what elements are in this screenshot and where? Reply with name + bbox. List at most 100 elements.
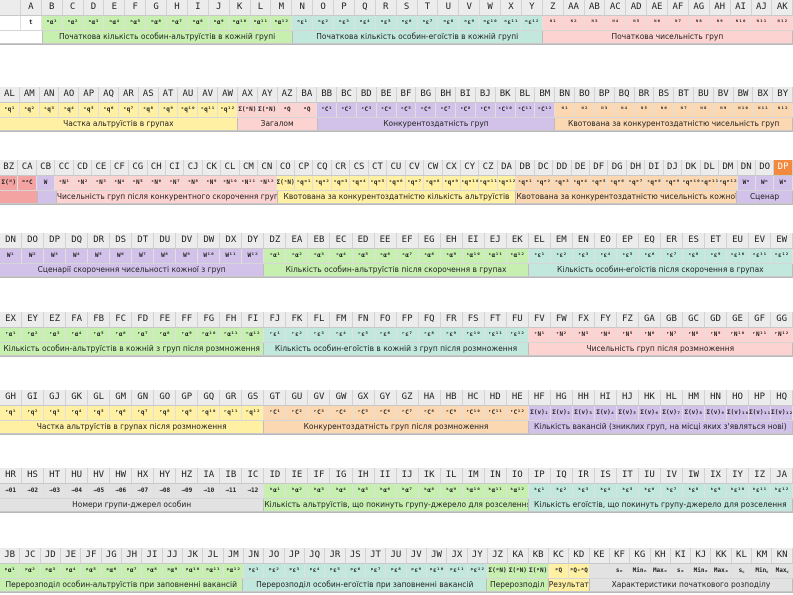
column-header[interactable]: IO	[507, 468, 529, 483]
sheet-cell[interactable]: Σ(v)₁₂	[771, 406, 793, 420]
column-header[interactable]: BJ	[476, 87, 496, 102]
sheet-cell[interactable]: ᶜqᵅ¹⁰	[460, 176, 480, 190]
group-label[interactable]: Кількість особин-альтруїстів в кожній з …	[0, 343, 265, 355]
sheet-cell[interactable]: ʳC¹⁰	[462, 406, 485, 420]
column-header[interactable]: DM	[719, 160, 738, 175]
column-header[interactable]: FI	[242, 312, 265, 327]
column-header[interactable]: CM	[240, 160, 259, 175]
sheet-cell[interactable]: ᵏε⁷	[660, 484, 683, 498]
sheet-cell[interactable]: W¹¹	[220, 249, 243, 263]
column-header[interactable]: CF	[111, 160, 130, 175]
column-header[interactable]: II	[375, 468, 397, 483]
sheet-cell[interactable]: Σ(v)₃	[572, 406, 595, 420]
column-header[interactable]: BA	[297, 87, 318, 102]
sheet-cell[interactable]: ᴺ⁵	[634, 103, 655, 117]
sheet-cell[interactable]: ⁿε³	[334, 16, 355, 30]
column-header[interactable]: EH	[441, 233, 463, 248]
sheet-cell[interactable]: Wⁿ	[737, 176, 756, 190]
column-header[interactable]: DI	[645, 160, 664, 175]
sheet-cell[interactable]: ᵖε¹²	[467, 564, 488, 578]
column-header[interactable]: EI	[463, 233, 485, 248]
sheet-cell[interactable]: Σ(ᶜN)	[276, 176, 295, 190]
sheet-cell[interactable]: ʳq³	[44, 406, 67, 420]
sheet-cell[interactable]: ʳα³	[44, 328, 67, 342]
column-header[interactable]: GD	[705, 312, 728, 327]
group-label[interactable]: Перерозподіл особин-альтруїстів при запо…	[0, 579, 244, 591]
sheet-cell[interactable]: ʳq⁴	[66, 406, 89, 420]
column-header[interactable]: DV	[176, 233, 199, 248]
sheet-cell[interactable]: ʳε⁹	[440, 328, 463, 342]
sheet-cell[interactable]: Σ(v)₁₀	[727, 406, 750, 420]
column-header[interactable]: KC	[549, 548, 570, 563]
sheet-cell[interactable]: ᴺ¹¹	[751, 16, 773, 30]
column-header[interactable]: AS	[139, 87, 159, 102]
column-header[interactable]: IA	[198, 468, 221, 483]
sheet-cell[interactable]: ᵃQ	[277, 103, 298, 117]
group-label[interactable]: Частка альтруїстів в групах після розмно…	[0, 421, 265, 433]
sheet-cell[interactable]: ᶜα¹¹	[484, 249, 507, 263]
sheet-cell[interactable]: ᶜα⁸	[418, 249, 441, 263]
sheet-cell[interactable]: ʳN³	[572, 328, 595, 342]
column-header[interactable]: AD	[626, 0, 648, 15]
sheet-cell[interactable]: ⁿα⁵	[125, 16, 147, 30]
sheet-cell[interactable]: ᶜq⁵	[79, 103, 100, 117]
sheet-cell[interactable]: ᵏε⁵	[616, 484, 639, 498]
group-label[interactable]: Початкова кількість особин-егоїстів в ко…	[292, 31, 543, 43]
sheet-cell[interactable]: ᴺ²	[563, 16, 585, 30]
column-header[interactable]: DQ	[66, 233, 89, 248]
column-header[interactable]: JT	[366, 548, 387, 563]
sheet-cell[interactable]: ⁿα⁴	[104, 16, 126, 30]
column-header[interactable]: HX	[132, 468, 155, 483]
column-header[interactable]: FZ	[617, 312, 639, 327]
column-header[interactable]: DN	[738, 160, 756, 175]
column-header[interactable]: CO	[277, 160, 295, 175]
column-header[interactable]: CB	[37, 160, 56, 175]
column-header[interactable]: HS	[22, 468, 45, 483]
sheet-cell[interactable]: ᶜqᵉ¹⁰	[682, 176, 701, 190]
column-header[interactable]: GL	[88, 390, 111, 405]
sheet-cell[interactable]: ᵏε³	[572, 484, 595, 498]
sheet-cell[interactable]: ʳN⁵	[616, 328, 639, 342]
column-header[interactable]: IM	[463, 468, 485, 483]
column-header[interactable]: HQ	[771, 390, 793, 405]
sheet-cell[interactable]: ʳq⁵	[88, 406, 111, 420]
sheet-cell[interactable]: ᵖε³	[284, 564, 305, 578]
sheet-cell[interactable]: ⁿα⁶	[146, 16, 167, 30]
sheet-cell[interactable]: ᶜN²	[73, 176, 93, 190]
sheet-cell[interactable]: ʳε³	[308, 328, 331, 342]
sheet-cell[interactable]: ᶜε¹¹	[749, 249, 772, 263]
column-header[interactable]: JD	[41, 548, 61, 563]
column-header[interactable]: Z	[543, 0, 564, 15]
sheet-cell[interactable]: ᶜq¹	[0, 103, 20, 117]
column-header[interactable]: DL	[701, 160, 720, 175]
column-header[interactable]: JX	[447, 548, 468, 563]
column-header[interactable]: CZ	[479, 160, 498, 175]
column-header[interactable]: IV	[661, 468, 683, 483]
column-header[interactable]: IJ	[397, 468, 419, 483]
column-header[interactable]: ID	[264, 468, 287, 483]
column-header[interactable]: EV	[749, 233, 772, 248]
sheet-cell[interactable]: ᵖα⁵	[81, 564, 102, 578]
group-label[interactable]: Номери групи-джерел особин	[0, 499, 265, 511]
sheet-cell[interactable]: ᶜN³	[92, 176, 111, 190]
column-header[interactable]: CJ	[184, 160, 203, 175]
sheet-cell[interactable]: ʳα⁹	[176, 328, 199, 342]
column-header[interactable]: EG	[419, 233, 441, 248]
column-header[interactable]: DT	[132, 233, 155, 248]
column-header[interactable]: EC	[330, 233, 353, 248]
column-header[interactable]: AC	[605, 0, 627, 15]
sheet-cell[interactable]: ʳq⁶	[110, 406, 133, 420]
column-header[interactable]: KK	[711, 548, 732, 563]
column-header[interactable]: FJ	[264, 312, 287, 327]
column-header[interactable]: F	[125, 0, 147, 15]
sheet-cell[interactable]: ʳC¹	[264, 406, 287, 420]
group-label[interactable]: Частка альтруїстів в групах	[0, 118, 238, 130]
sheet-cell[interactable]: ᶜC¹	[317, 103, 338, 117]
sheet-cell[interactable]: ᶜα²	[286, 249, 309, 263]
column-header[interactable]: DO	[756, 160, 775, 175]
sheet-cell[interactable]: ᶜqᵅ³	[331, 176, 351, 190]
sheet-cell[interactable]: ʳC⁷	[396, 406, 419, 420]
sheet-cell[interactable]: sₐ	[670, 564, 692, 578]
column-header[interactable]: BT	[674, 87, 694, 102]
column-header[interactable]: I	[188, 0, 209, 15]
